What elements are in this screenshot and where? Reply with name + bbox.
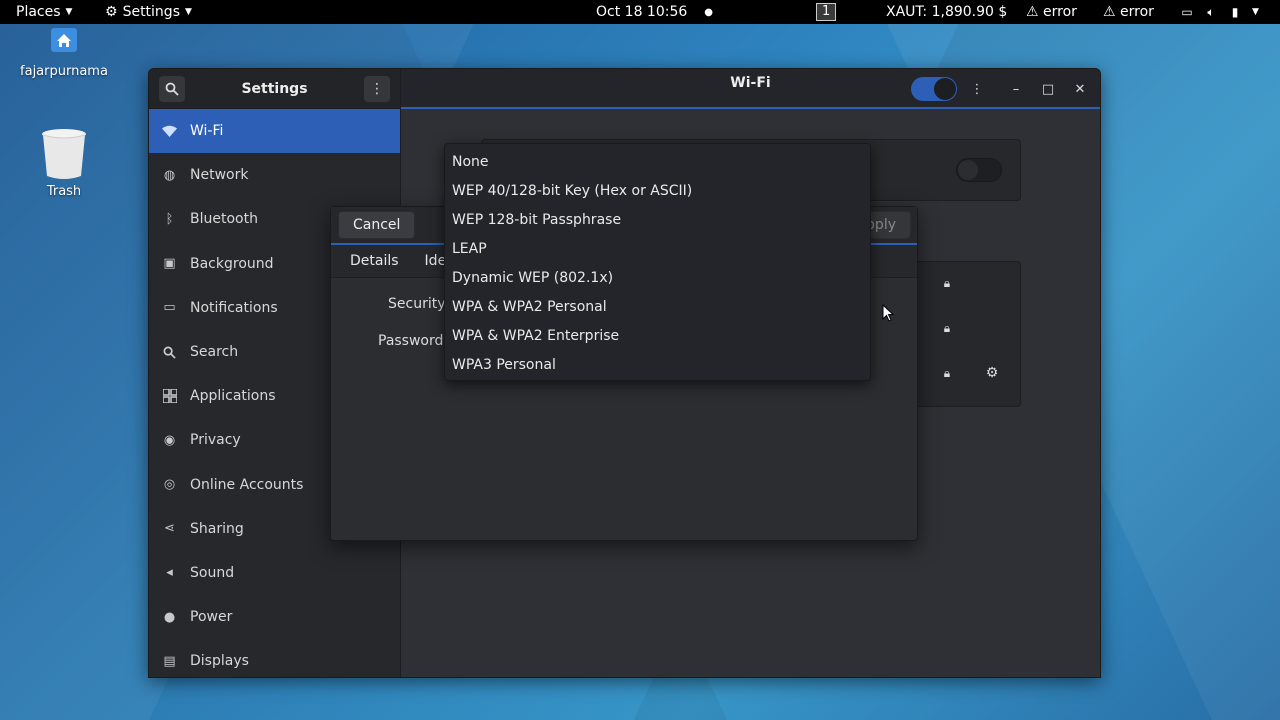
applications-icon — [162, 389, 177, 404]
places-label: Places — [16, 4, 61, 20]
background-icon: ▣ — [163, 256, 176, 272]
airplane-mode-toggle[interactable] — [956, 158, 1002, 182]
security-option-wpa-personal[interactable]: WPA & WPA2 Personal — [445, 292, 870, 321]
bluetooth-icon: ᛒ — [165, 211, 174, 227]
network-icon: ◍ — [163, 167, 176, 183]
minimize-button[interactable]: – — [1004, 77, 1028, 101]
security-option-leap[interactable]: LEAP — [445, 234, 870, 263]
security-label: Security — [388, 296, 446, 312]
screen-icon: ▭ — [1181, 5, 1193, 19]
sidebar-item-displays[interactable]: ▤ Displays — [149, 639, 400, 677]
sidebar-item-label: Power — [190, 609, 233, 626]
close-button[interactable]: ✕ — [1068, 77, 1092, 101]
maximize-button[interactable]: □ — [1036, 77, 1060, 101]
clock[interactable]: Oct 18 10:56 ● — [596, 0, 713, 24]
sidebar-item-label: Privacy — [190, 432, 241, 449]
page-title: Wi-Fi — [730, 75, 771, 91]
error-label: ⚠ error — [1026, 4, 1077, 20]
tab-identity[interactable]: Ide — [425, 253, 447, 269]
sidebar-item-label: Sharing — [190, 520, 244, 537]
minimize-icon: – — [1012, 81, 1020, 97]
security-dropdown-menu: None WEP 40/128-bit Key (Hex or ASCII) W… — [444, 143, 871, 381]
gear-icon: ⚙ — [105, 4, 118, 20]
error-indicator-2[interactable]: ⚠ error — [1103, 0, 1154, 24]
sidebar-item-label: Notifications — [190, 299, 278, 316]
lock-icon: 🔒︎ — [943, 365, 951, 380]
mouse-cursor-icon — [882, 304, 894, 322]
wifi-icon — [162, 124, 177, 139]
crypto-ticker[interactable]: XAUT: 1,890.90 $ — [886, 0, 1007, 24]
workspace-indicator[interactable]: 1 — [816, 0, 837, 24]
caret-down-icon: ▼ — [1252, 7, 1259, 17]
search-icon — [162, 345, 177, 360]
sidebar-item-sound[interactable]: ◂ Sound — [149, 551, 400, 595]
sidebar-item-label: Bluetooth — [190, 211, 258, 228]
maximize-icon: □ — [1041, 81, 1055, 97]
security-option-wep-key[interactable]: WEP 40/128-bit Key (Hex or ASCII) — [445, 176, 870, 205]
sidebar-item-label: Sound — [190, 564, 235, 581]
sidebar-item-wifi[interactable]: Wi-Fi — [149, 109, 400, 154]
sharing-icon: ⋖ — [164, 521, 175, 537]
sidebar-item-label: Network — [190, 167, 249, 184]
menu-button[interactable]: ⋮ — [364, 75, 390, 102]
caret-down-icon: ▼ — [65, 7, 73, 17]
cancel-label: Cancel — [353, 217, 401, 233]
kebab-menu-icon: ⋮ — [370, 80, 384, 97]
sidebar-item-label: Background — [190, 255, 274, 272]
workspace-number: 1 — [816, 3, 837, 21]
sidebar-item-power[interactable]: ● Power — [149, 595, 400, 639]
network-settings-gear-icon[interactable]: ⚙ — [985, 365, 999, 381]
cancel-button[interactable]: Cancel — [338, 211, 416, 239]
trash-icon — [42, 129, 86, 179]
search-button[interactable] — [159, 75, 185, 102]
sound-icon: ◂ — [166, 565, 173, 581]
security-option-wpa-enterprise[interactable]: WPA & WPA2 Enterprise — [445, 321, 870, 350]
sidebar-item-label: Search — [190, 344, 239, 361]
volume-icon: 🔈︎ — [1207, 4, 1215, 19]
top-bar: Places ▼ ⚙ Settings ▼ Oct 18 10:56 ● 1 X… — [0, 0, 1280, 24]
ticker-label: XAUT: 1,890.90 $ — [886, 4, 1008, 20]
lock-icon: 🔒︎ — [943, 275, 951, 290]
settings-app-label: Settings — [122, 4, 180, 20]
privacy-icon: ◉ — [163, 432, 176, 448]
system-tray[interactable]: ▭ 🔈︎ ▮ ▼ — [1180, 0, 1259, 24]
security-option-dynamic-wep[interactable]: Dynamic WEP (802.1x) — [445, 263, 870, 292]
settings-app-menu[interactable]: ⚙ Settings ▼ — [105, 0, 192, 24]
error-indicator-1[interactable]: ⚠ error — [1026, 0, 1077, 24]
lock-icon: 🔒︎ — [943, 320, 951, 335]
sidebar-item-label: Displays — [190, 653, 249, 670]
error-label: ⚠ error — [1103, 4, 1154, 20]
security-option-wpa3-personal[interactable]: WPA3 Personal — [445, 350, 870, 379]
home-folder-label: fajarpurnama — [20, 64, 108, 79]
close-icon: ✕ — [1074, 81, 1086, 97]
password-label: Password — [378, 333, 444, 349]
clock-label: Oct 18 10:56 — [596, 4, 688, 20]
sidebar-item-network[interactable]: ◍ Network — [149, 153, 400, 197]
security-option-none[interactable]: None — [445, 147, 870, 176]
sidebar-item-label: Applications — [190, 388, 276, 405]
places-menu[interactable]: Places ▼ — [16, 0, 72, 24]
caret-down-icon: ▼ — [184, 7, 192, 17]
notifications-icon: ▭ — [163, 300, 176, 316]
wifi-power-toggle[interactable] — [911, 77, 957, 101]
tab-details[interactable]: Details — [350, 253, 399, 269]
sidebar-item-label: Online Accounts — [190, 476, 304, 493]
desktop-trash[interactable]: Trash — [34, 128, 94, 199]
security-option-wep-passphrase[interactable]: WEP 128-bit Passphrase — [445, 205, 870, 234]
sidebar-item-label: Wi-Fi — [190, 123, 224, 140]
online-accounts-icon: ◎ — [163, 477, 176, 493]
notification-dot-icon: ● — [704, 6, 714, 18]
sidebar-title: Settings — [241, 80, 308, 97]
main-header: Wi-Fi ⋮ – □ ✕ — [401, 69, 1100, 109]
power-icon: ● — [163, 609, 176, 625]
home-icon — [51, 28, 77, 52]
search-icon — [165, 82, 179, 96]
displays-icon: ▤ — [163, 653, 176, 669]
desktop-home-folder[interactable]: fajarpurnama — [18, 28, 110, 79]
kebab-menu-icon: ⋮ — [970, 81, 984, 97]
sidebar-header: Settings ⋮ — [149, 69, 400, 109]
battery-icon: ▮ — [1231, 5, 1239, 19]
wifi-menu-button[interactable]: ⋮ — [965, 77, 989, 101]
trash-label: Trash — [46, 184, 82, 199]
